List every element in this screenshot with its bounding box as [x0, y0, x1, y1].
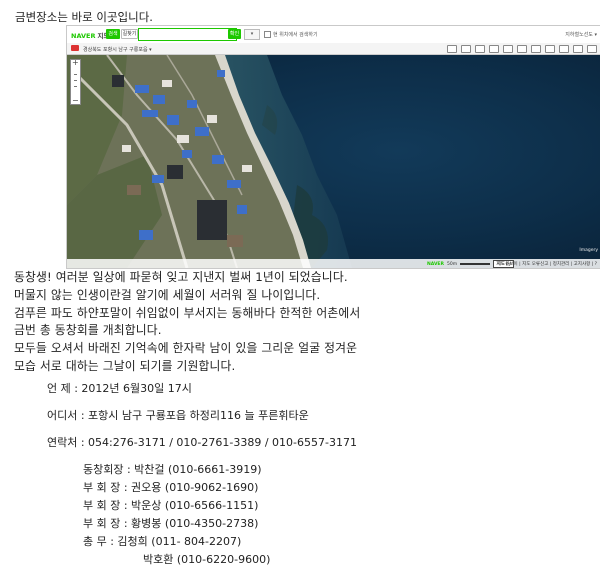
naver-map-logo[interactable]: NAVER 지도: [71, 30, 109, 40]
map-toolbar: NAVER 지도 검색 길찾기 확인 ▾ 현 위치에서 검색하기 지하철노선도 ▾: [67, 26, 600, 44]
roster-vice-president: 부 회 장 : 박운상 (010-6566-1151): [83, 499, 259, 512]
roster-secretary-second: 박호환 (010-6220-9600): [143, 553, 271, 566]
map-widget[interactable]: NAVER 지도 검색 길찾기 확인 ▾ 현 위치에서 검색하기 지하철노선도 ▾…: [66, 25, 600, 269]
area-icon[interactable]: [517, 45, 527, 53]
distance-icon[interactable]: [503, 45, 513, 53]
zoom-control[interactable]: [70, 58, 81, 105]
layers-icon[interactable]: [573, 45, 583, 53]
share-icon[interactable]: [559, 45, 569, 53]
paragraph-line: 모두들 오셔서 바래진 기억속에 한자락 남이 있을 그리운 얼굴 정겨운: [14, 341, 358, 355]
paragraph-line: 동창생! 여러분 일상에 파묻혀 잊고 지낸지 벌써 1년이 되었습니다.: [14, 270, 348, 284]
checkbox-icon: [264, 31, 271, 38]
footer-links[interactable]: 지도원보이 | 지도 오류신고 | 정치관리 | 고지사항 | ?: [497, 261, 597, 267]
map-tool-icons: [447, 45, 597, 53]
footer-naver-logo: NAVER: [427, 261, 444, 267]
bike-icon[interactable]: [489, 45, 499, 53]
print-icon[interactable]: [531, 45, 541, 53]
search-tab-button[interactable]: 검색: [106, 29, 120, 39]
event-contact: 연락처 : 054:276-3171 / 010-2761-3389 / 010…: [47, 436, 357, 449]
location-breadcrumb[interactable]: 경상북도 포항시 남구 구룡포읍 ▾: [83, 46, 152, 53]
map-footer: NAVER 50m 지도 by 지도원보이 | 지도 오류신고 | 정치관리 |…: [67, 259, 600, 268]
scale-label: 50m: [446, 261, 458, 267]
scale-bar: [460, 263, 491, 265]
roster-vice-president: 부 회 장 : 황병봉 (010-4350-2738): [83, 517, 259, 530]
roster-vice-president: 부 회 장 : 권오용 (010-9062-1690): [83, 481, 259, 494]
logo-brand: NAVER: [71, 32, 96, 40]
roster-president: 동창회장 : 박찬걸 (010-6661-3919): [83, 463, 262, 476]
search-here-label: 현 위치에서 검색하기: [273, 32, 318, 38]
headline: 금변장소는 바로 이곳입니다.: [15, 10, 153, 24]
subway-icon[interactable]: [461, 45, 471, 53]
satellite-map-image[interactable]: [67, 55, 600, 268]
map-location-bar: 경상북도 포항시 남구 구룡포읍 ▾: [67, 43, 600, 55]
fullscreen-icon[interactable]: [587, 45, 597, 53]
search-here-checkbox[interactable]: 현 위치에서 검색하기: [264, 31, 318, 38]
paragraph-line: 금번 총 동창회를 개최합니다.: [14, 323, 162, 337]
event-location: 어디서 : 포항시 남구 구룡포읍 하정리116 늘 푸른휘타운: [47, 409, 309, 422]
zoom-tick: [74, 74, 77, 75]
map-search-input[interactable]: [138, 28, 237, 41]
zoom-tick: [74, 86, 77, 87]
subway-map-link[interactable]: 지하철노선도 ▾: [565, 31, 597, 38]
confirm-button[interactable]: 확인: [228, 29, 241, 39]
event-date: 언 제 : 2012년 6월30일 17시: [47, 382, 192, 395]
paragraph-line: 머물지 않는 인생이란걸 알기에 세월이 서러워 질 나이입니다.: [14, 288, 321, 302]
paragraph-line: 모습 서로 대하는 그날이 되기를 기원합니다.: [14, 359, 236, 373]
imagery-label: Imagery: [579, 248, 598, 253]
bus-icon[interactable]: [447, 45, 457, 53]
roster-secretary: 총 무 : 김청희 (011- 804-2207): [83, 535, 242, 548]
route-tab-button[interactable]: 길찾기: [121, 29, 138, 39]
zoom-tick: [74, 80, 77, 81]
sort-select[interactable]: ▾: [244, 29, 260, 40]
paragraph-line: 검푸른 파도 하얀포말이 쉬임없이 부서지는 동해바다 한적한 어촌에서: [14, 306, 361, 320]
save-icon[interactable]: [545, 45, 555, 53]
cctv-icon[interactable]: [475, 45, 485, 53]
location-pin-icon: [71, 45, 79, 51]
